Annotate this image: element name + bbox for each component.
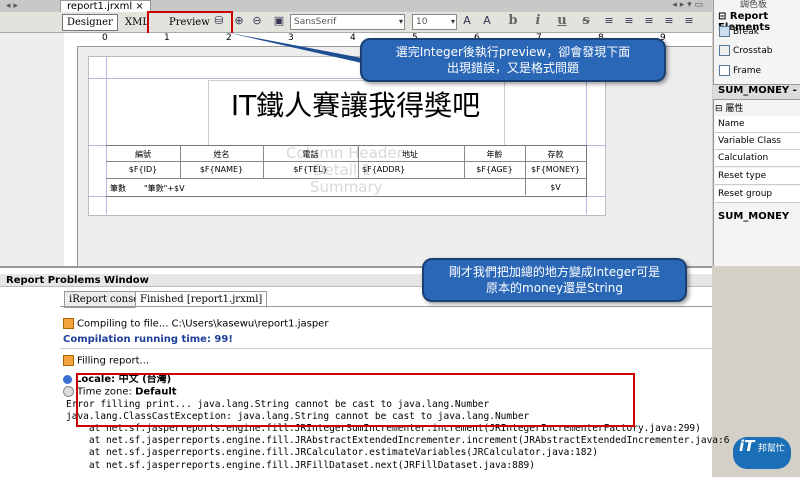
property-description-title: SUM_MONEY bbox=[718, 211, 790, 222]
ithome-logo: iT 邦幫忙 bbox=[733, 437, 791, 469]
log-compiling: Compiling to file... C:\Users\kasewu\rep… bbox=[63, 318, 328, 330]
callout-bottom: 剛才我們把加總的地方變成Integer可是 原本的money還是String bbox=[422, 258, 687, 302]
property-row-variable-class[interactable]: Variable Class bbox=[715, 133, 800, 150]
log-divider bbox=[60, 348, 712, 349]
error-highlight-box bbox=[76, 373, 635, 427]
property-row-calculation[interactable]: Calculation bbox=[715, 150, 800, 167]
globe-icon bbox=[63, 374, 72, 384]
crosstab-icon bbox=[719, 45, 730, 56]
property-row-name[interactable]: Name bbox=[715, 116, 800, 133]
properties-header: SUM_MONEY - bbox=[718, 85, 797, 96]
callout-bottom-line2: 原本的money還是String bbox=[486, 281, 623, 295]
properties-section-label: 屬性 bbox=[725, 104, 744, 114]
clock-icon bbox=[63, 386, 74, 397]
log-compiling-text: Compiling to file... C:\Users\kasewu\rep… bbox=[77, 318, 329, 330]
log-filling: Filling report... bbox=[63, 355, 149, 367]
frame-icon bbox=[719, 65, 730, 76]
logo-main: iT bbox=[739, 437, 755, 455]
break-icon bbox=[719, 26, 730, 37]
log-stacktrace-4: at net.sf.jasperreports.engine.fill.JRFi… bbox=[66, 460, 535, 471]
property-row-reset-type[interactable]: Reset type bbox=[715, 168, 800, 185]
callout-top-line2: 出現錯誤，又是格式問題 bbox=[446, 61, 579, 75]
collapse-icon: ⊟ bbox=[718, 11, 730, 22]
palette-item-label: Crosstab bbox=[733, 46, 773, 56]
property-row-reset-group[interactable]: Reset group bbox=[715, 186, 800, 203]
log-filling-text: Filling report... bbox=[77, 355, 150, 367]
log-stacktrace-3: at net.sf.jasperreports.engine.fill.JRCa… bbox=[66, 447, 598, 458]
palette-item-break[interactable]: Break bbox=[719, 26, 759, 37]
fill-icon bbox=[63, 355, 74, 366]
palette-title: 調色板 bbox=[740, 0, 768, 10]
properties-section[interactable]: ⊟ 屬性 bbox=[715, 101, 743, 114]
logo-sub: 邦幫忙 bbox=[757, 444, 785, 454]
callout-bottom-line1: 剛才我們把加總的地方變成Integer可是 bbox=[448, 265, 661, 279]
log-compile-time: Compilation running time: 99! bbox=[63, 334, 233, 345]
palette-item-label: Break bbox=[733, 27, 759, 37]
callout-top-line1: 選完Integer後執行preview，卻會發現下面 bbox=[395, 45, 631, 59]
palette-item-frame[interactable]: Frame bbox=[719, 65, 761, 76]
tab-divider bbox=[60, 306, 712, 307]
palette-item-crosstab[interactable]: Crosstab bbox=[719, 45, 772, 56]
log-stacktrace-2: at net.sf.jasperreports.engine.fill.JRAb… bbox=[66, 435, 730, 446]
compile-icon bbox=[63, 318, 74, 329]
callout-top: 選完Integer後執行preview，卻會發現下面 出現錯誤，又是格式問題 bbox=[360, 38, 666, 82]
palette-item-label: Frame bbox=[733, 66, 762, 76]
collapse-icon: ⊟ bbox=[715, 104, 726, 114]
